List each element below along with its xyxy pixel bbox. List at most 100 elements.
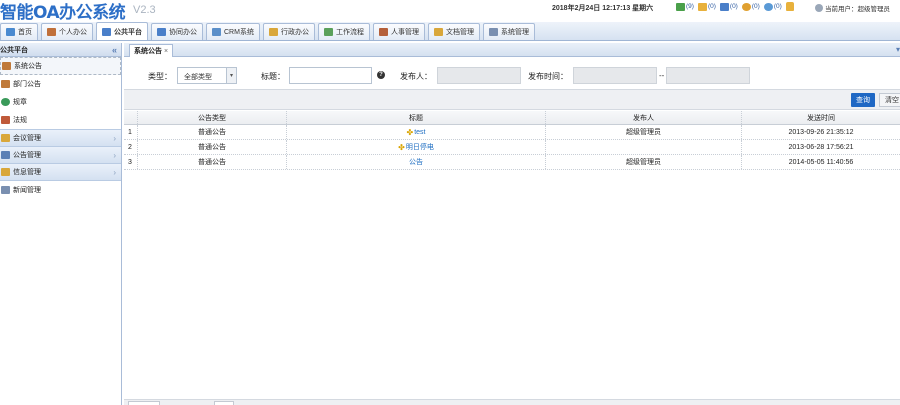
tab-documents[interactable]: 文档管理 [427,23,480,40]
chat-icon [763,2,773,11]
notification-mail[interactable]: (0) [697,2,716,11]
publish-time-label: 发布时间： [528,72,568,81]
tab-system-announcement[interactable]: 系统公告 × [129,44,174,57]
row-publisher: 超级管理员 [546,125,742,139]
page-size-select[interactable] [128,401,160,405]
row-title-link[interactable]: 明日停电 [406,142,434,152]
header-time[interactable]: 发送时间 [742,111,900,124]
notification-bar: (9) (0) (0) (0) (0) [676,2,794,11]
publish-time-to[interactable] [666,67,750,84]
app-header: 智能OA办公系统 V2.3 2018年2月24日 12:17:13 星期六 (9… [0,0,900,23]
row-title-cell: 公告 [287,155,546,169]
row-index: 2 [124,140,138,154]
document-icon [433,28,443,36]
title-label: 标题： [261,72,285,81]
table-row[interactable]: 1 普通公告 ✤ test 超级管理员 2013-09-26 21:35:12 [124,125,900,140]
chevron-right-icon: › [113,167,116,177]
main-nav: 首页 个人办公 公共平台 协同办公 CRM系统 行政办公 工作流程 人事管理 文… [0,22,900,41]
tab-personal-office[interactable]: 个人办公 [41,23,93,40]
row-time: 2013-06-28 17:56:21 [788,143,854,151]
notice-icon [1,151,10,159]
row-index: 3 [124,155,138,169]
header-index [124,111,138,124]
star-icon: ✤ [406,127,414,137]
app-title: 智能OA办公系统 [0,3,126,23]
header-type[interactable]: 公告类型 [138,111,287,124]
table-row[interactable]: 3 普通公告 公告 超级管理员 2014-05-05 11:40:56 [124,155,900,170]
tab-scroll-icon[interactable]: ▾ [896,45,900,54]
close-icon[interactable]: × [164,48,168,55]
tab-administration[interactable]: 行政办公 [262,23,315,40]
pagination-bar [124,399,900,405]
sidebar-group-meeting[interactable]: 会议管理 › [0,129,121,146]
folder-icon [268,28,278,36]
chevron-down-icon: ▾ [226,68,236,83]
table-header: 公告类型 标题 发布人 发送时间 [124,111,900,125]
lock-icon [785,2,794,11]
collapse-icon[interactable]: « [112,45,117,55]
row-type: 普通公告 [138,125,287,139]
publish-time-from[interactable] [573,67,657,84]
sidebar-item-news[interactable]: 新闻管理 [0,180,121,198]
row-index: 1 [124,125,138,139]
tab-system[interactable]: 系统管理 [482,23,535,40]
publisher-label: 发布人： [400,72,432,81]
app-version: V2.3 [133,4,156,16]
sidebar-item-laws[interactable]: 法规 [0,111,121,129]
publisher-input[interactable] [437,67,521,84]
help-icon[interactable]: ? [377,71,385,79]
chevron-right-icon: › [113,133,116,143]
gear-icon [815,4,823,12]
page-number-input[interactable] [214,401,234,405]
tab-crm[interactable]: CRM系统 [206,23,260,40]
row-type: 普通公告 [138,155,287,169]
announcement-icon [1,80,10,88]
row-publisher [546,140,742,154]
message-icon [741,2,751,11]
notification-calendar[interactable]: (0) [719,2,738,11]
content-panel: 系统公告 × ▾ 类型： 全部类型 ▾ 标题： ? 发布人： 发布时间： -- … [124,43,900,405]
tab-collaboration[interactable]: 协同办公 [151,23,203,40]
users-icon [676,2,685,11]
type-label: 类型： [148,72,172,81]
team-icon [157,28,166,36]
notification-users[interactable]: (9) [676,2,694,11]
query-button[interactable]: 查询 [851,93,875,107]
lock-button[interactable] [785,2,794,11]
row-time: 2013-09-26 21:35:12 [788,128,854,136]
action-toolbar: 查询 清空 [124,89,900,110]
chevron-right-icon: › [113,150,116,160]
notification-message[interactable]: (0) [741,2,760,11]
clear-button[interactable]: 清空 [879,93,900,107]
tab-home[interactable]: 首页 [0,23,38,40]
row-title-cell: ✤ 明日停电 [287,140,546,154]
tab-hr[interactable]: 人事管理 [372,23,425,40]
crm-icon [212,28,221,36]
sidebar: 公共平台 « 系统公告 部门公告 规章 法规 会议管理 › 公告管理 › 信息管理 ›… [0,43,122,405]
row-title-link[interactable]: 公告 [409,157,423,167]
sidebar-group-notice[interactable]: 公告管理 › [0,146,121,163]
news-icon [1,185,10,194]
sidebar-group-info[interactable]: 信息管理 › [0,163,121,180]
type-select[interactable]: 全部类型 ▾ [177,67,237,84]
filter-bar: 类型： 全部类型 ▾ 标题： ? 发布人： 发布时间： -- [124,59,900,89]
title-input[interactable] [289,67,372,84]
tab-public-platform[interactable]: 公共平台 [96,22,148,40]
platform-icon [102,27,111,36]
row-publisher: 超级管理员 [546,155,742,169]
tab-workflow[interactable]: 工作流程 [317,23,370,40]
sidebar-item-rules[interactable]: 规章 [0,93,121,111]
row-title-link[interactable]: test [414,129,425,136]
hr-icon [378,28,388,36]
person-icon [47,28,56,36]
sidebar-item-system-announcement[interactable]: 系统公告 [0,57,121,75]
content-tabbar: 系统公告 × ▾ [124,43,900,57]
notification-chat[interactable]: (0) [763,2,782,11]
law-icon [1,116,10,124]
row-time: 2014-05-05 11:40:56 [788,158,854,166]
sidebar-item-department-announcement[interactable]: 部门公告 [0,75,121,93]
settings-icon [488,28,498,36]
header-title[interactable]: 标题 [287,111,546,124]
header-publisher[interactable]: 发布人 [546,111,742,124]
table-row[interactable]: 2 普通公告 ✤ 明日停电 2013-06-28 17:56:21 [124,140,900,155]
